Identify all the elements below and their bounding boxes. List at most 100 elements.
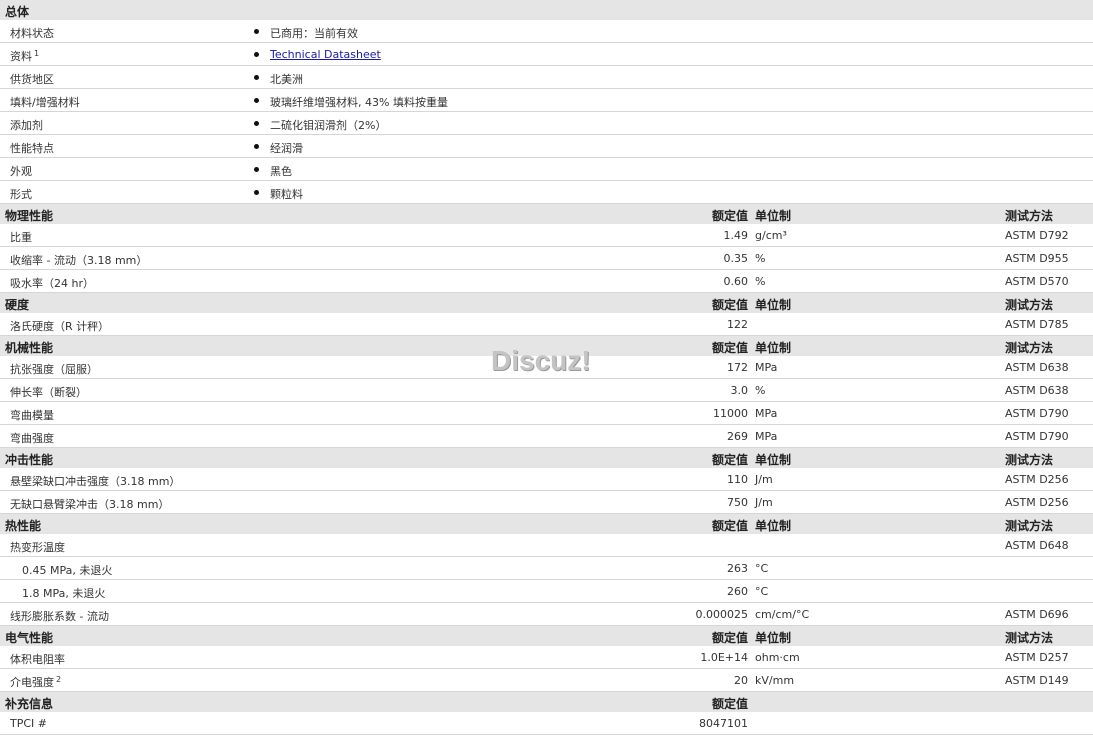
watermark-discuz: Discuz! (491, 345, 591, 376)
test-method: ASTM D792 (1005, 229, 1069, 242)
column-header-unit: 单位制 (755, 519, 792, 533)
column-header-value: 额定值 (711, 209, 748, 223)
section-header: 冲击性能 额定值 单位制 测试方法 (0, 448, 1093, 468)
property-row: 洛氏硬度（R 计秤） 122 ASTM D785 (0, 313, 1093, 336)
test-method: ASTM D256 (1005, 496, 1069, 509)
section-header: 硬度 额定值 单位制 测试方法 (0, 293, 1093, 313)
unit-value: cm/cm/°C (755, 608, 810, 621)
test-method: ASTM D790 (1005, 430, 1069, 443)
property-value: 玻璃纤维增强材料, 43% 填料按重量 (270, 96, 448, 109)
column-header-method: 测试方法 (1005, 209, 1054, 223)
nominal-value: 263 (727, 562, 748, 575)
property-label: 填料/增强材料 (10, 94, 80, 110)
section-title: 冲击性能 (5, 453, 54, 467)
unit-value: J/m (755, 496, 773, 509)
property-row: 1.8 MPa, 未退火 260 °C (0, 580, 1093, 603)
property-row: 填料/增强材料 玻璃纤维增强材料, 43% 填料按重量 (0, 89, 1093, 112)
test-method: ASTM D149 (1005, 674, 1069, 687)
column-header-value: 额定值 (711, 341, 748, 355)
column-header-value: 额定值 (711, 453, 748, 467)
bullet-icon (254, 121, 259, 126)
nominal-value: 8047101 (699, 717, 748, 730)
property-label-text: 热变形温度 (10, 541, 65, 554)
property-label-text: 洛氏硬度（R 计秤） (10, 320, 110, 333)
property-label: 吸水率（24 hr） (10, 275, 94, 291)
property-value: 二硫化钼润滑剂（2%） (270, 119, 387, 132)
property-label: 弯曲强度 (10, 430, 54, 446)
test-method: ASTM D570 (1005, 275, 1069, 288)
property-row: 收缩率 - 流动（3.18 mm） 0.35% ASTM D955 (0, 247, 1093, 270)
section-header: 电气性能 额定值 单位制 测试方法 (0, 626, 1093, 646)
property-label-text: 性能特点 (10, 142, 54, 155)
section-title: 热性能 (5, 519, 42, 533)
property-label: 形式 (10, 186, 32, 202)
property-label-text: TPCI # (10, 717, 47, 730)
test-method: ASTM D256 (1005, 473, 1069, 486)
unit-value: ohm·cm (755, 651, 800, 664)
property-label: 比重 (10, 229, 32, 245)
property-label: 线形膨胀系数 - 流动 (10, 608, 109, 624)
section-header: 总体 (0, 0, 1093, 20)
property-row: 材料状态 已商用：当前有效 (0, 20, 1093, 43)
bullet-icon (254, 144, 259, 149)
property-row: TPCI # 8047101 (0, 712, 1093, 735)
datasheet-link[interactable]: Technical Datasheet (270, 48, 381, 61)
nominal-value: 269 (727, 430, 748, 443)
nominal-value: 172 (727, 361, 748, 374)
property-value: 已商用：当前有效 (270, 27, 358, 40)
unit-value: °C (755, 585, 769, 598)
property-label: 介电强度 2 (10, 674, 61, 690)
test-method: ASTM D638 (1005, 361, 1069, 374)
nominal-value: 0.60 (723, 275, 749, 288)
bullet-icon (254, 98, 259, 103)
property-row: 介电强度 2 20 kV/mm ASTM D149 (0, 669, 1093, 692)
column-header-unit: 单位制 (755, 209, 792, 223)
unit-value: J/m (755, 473, 773, 486)
property-row: 性能特点 经润滑 (0, 135, 1093, 158)
property-label-text: 收缩率 - 流动（3.18 mm） (10, 254, 148, 267)
nominal-value: 1.49 (723, 229, 749, 242)
property-row: 资料 1 Technical Datasheet (0, 43, 1093, 66)
property-label: 资料 1 (10, 48, 39, 64)
property-row: 线形膨胀系数 - 流动 0.000025 cm/cm/°C ASTM D696 (0, 603, 1093, 626)
property-label: 伸长率（断裂） (10, 384, 87, 400)
property-label-text: 伸长率（断裂） (10, 386, 87, 399)
property-label: 抗张强度（屈服） (10, 361, 98, 377)
property-label: 0.45 MPa, 未退火 (22, 562, 112, 578)
section-header: 热性能 额定值 单位制 测试方法 (0, 514, 1093, 534)
section-title: 机械性能 (5, 341, 54, 355)
column-header-value: 额定值 (711, 519, 748, 533)
column-header-method: 测试方法 (1005, 298, 1054, 312)
property-label: 收缩率 - 流动（3.18 mm） (10, 252, 147, 268)
property-row: 体积电阻率 1.0E+14 ohm·cm ASTM D257 (0, 646, 1093, 669)
property-value: 经润滑 (270, 142, 303, 155)
unit-value: % (755, 384, 766, 397)
unit-value: MPa (755, 430, 778, 443)
nominal-value: 3.0 (730, 384, 749, 397)
property-row: 供货地区 北美洲 (0, 66, 1093, 89)
property-value: 北美洲 (270, 73, 303, 86)
property-label-text: 弯曲模量 (10, 409, 54, 422)
test-method: ASTM D638 (1005, 384, 1069, 397)
nominal-value: 20 (734, 674, 748, 687)
nominal-value: 0.35 (723, 252, 749, 265)
nominal-value: 260 (727, 585, 748, 598)
bullet-icon (254, 29, 259, 34)
column-header-method: 测试方法 (1005, 519, 1054, 533)
property-label: 1.8 MPa, 未退火 (22, 585, 105, 601)
property-label-text: 介电强度 (10, 676, 54, 689)
property-row: 悬壁梁缺口冲击强度（3.18 mm） 110 J/m ASTM D256 (0, 468, 1093, 491)
property-label-text: 体积电阻率 (10, 653, 65, 666)
property-row: 比重 1.49 g/cm³ ASTM D792 (0, 224, 1093, 247)
property-value: Technical Datasheet (270, 48, 381, 61)
bullet-icon (254, 52, 259, 57)
section-title: 硬度 (5, 298, 30, 312)
column-header-value: 额定值 (711, 631, 748, 645)
test-method: ASTM D696 (1005, 608, 1069, 621)
property-label: 添加剂 (10, 117, 43, 133)
property-label: 性能特点 (10, 140, 54, 156)
column-header-method: 测试方法 (1005, 453, 1054, 467)
property-row: 热变形温度 ASTM D648 (0, 534, 1093, 557)
property-value: 颗粒料 (270, 188, 303, 201)
property-row: 0.45 MPa, 未退火 263 °C (0, 557, 1093, 580)
